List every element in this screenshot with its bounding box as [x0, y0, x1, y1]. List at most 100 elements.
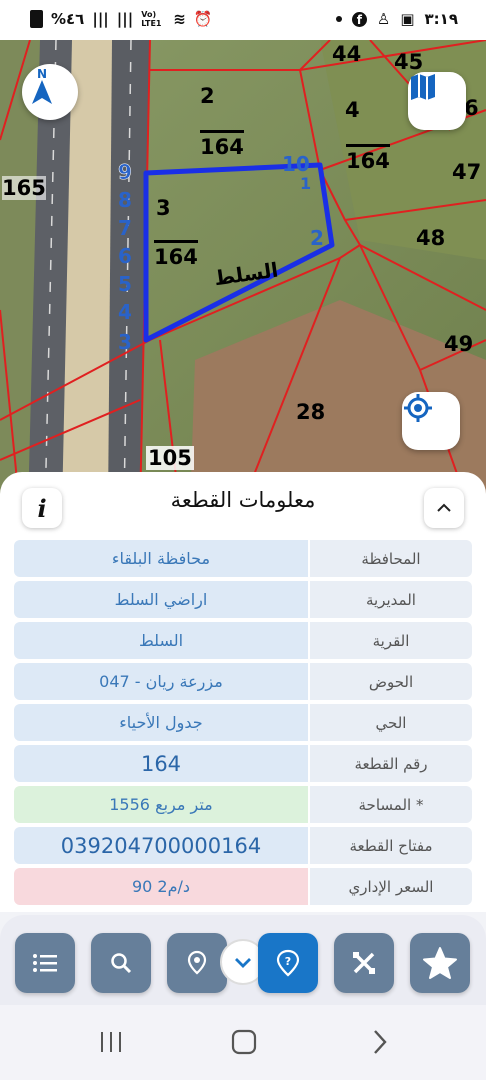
parcel-fraction: 164	[154, 240, 198, 269]
info-row: 1556 متر مربع المساحة *	[14, 786, 472, 823]
info-row: جدول الأحياء الحي	[14, 704, 472, 741]
recent-apps-icon	[101, 1032, 121, 1052]
info-row-label: المساحة *	[310, 786, 472, 823]
status-bar: %٤٦ ||| ||| Vo) LTE1 ≋ ⏰ f ♙ ▣ ٣:١٩	[0, 0, 486, 40]
vertex-label: 4	[118, 300, 132, 324]
info-table: محافظة البلقاء المحافظة اراضي السلط المديري…	[14, 540, 472, 909]
alarm-icon: ⏰	[193, 10, 213, 28]
back-button[interactable]	[370, 1027, 390, 1057]
info-row: محافظة البلقاء المحافظة	[14, 540, 472, 577]
sheet-title: معلومات القطعة	[170, 488, 316, 512]
gallery-icon: ▣	[400, 10, 415, 28]
network-label: Vo) LTE1	[141, 10, 162, 28]
info-row-value[interactable]: 164	[14, 745, 308, 782]
vertex-label: 10	[282, 152, 310, 176]
home-icon	[231, 1029, 257, 1055]
vertex-label: 7	[118, 216, 132, 240]
parcel-fraction: 164	[346, 144, 390, 173]
vertex-label: 9	[118, 160, 132, 185]
info-row-value[interactable]: محافظة البلقاء	[14, 540, 308, 577]
app-icon: ♙	[376, 10, 391, 28]
home-button[interactable]	[230, 1027, 258, 1057]
tools-button[interactable]	[334, 933, 394, 993]
info-row: مزرعة ريان - 047 الحوض	[14, 663, 472, 700]
favorites-button[interactable]	[410, 933, 470, 993]
vertex-label: 3	[118, 330, 132, 354]
info-row-value[interactable]: مزرعة ريان - 047	[14, 663, 308, 700]
info-row-value[interactable]: 039204700000164	[14, 827, 308, 864]
search-button[interactable]	[91, 933, 151, 993]
chevron-down-icon	[235, 958, 251, 968]
info-row-label: المحافظة	[310, 540, 472, 577]
clock-time: ٣:١٩	[424, 10, 458, 28]
pin-button[interactable]	[167, 933, 227, 993]
svg-text:N: N	[37, 67, 47, 81]
facebook-icon: f	[351, 11, 367, 27]
star-icon	[423, 947, 457, 979]
pin-icon	[187, 950, 207, 975]
list-icon	[33, 954, 57, 972]
help-button[interactable]: ?	[258, 933, 318, 993]
vertex-label: 1	[300, 174, 312, 193]
map-layers-icon	[411, 74, 435, 100]
battery-percent: %٤٦	[51, 10, 85, 28]
parcel-label: 6	[464, 96, 479, 120]
chevron-up-icon	[437, 503, 451, 512]
info-row-value[interactable]: جدول الأحياء	[14, 704, 308, 741]
parcel-label: 105	[146, 446, 194, 470]
parcel-label: 4	[345, 98, 360, 122]
back-icon	[374, 1030, 387, 1054]
info-row: السلط القرية	[14, 622, 472, 659]
system-nav-bar	[0, 1005, 486, 1080]
my-location-icon	[404, 394, 432, 422]
info-row: 039204700000164 مفتاح القطعة	[14, 827, 472, 864]
info-row-label: السعر الإداري	[310, 868, 472, 905]
notification-dot-icon	[335, 16, 342, 22]
info-row-label: مفتاح القطعة	[310, 827, 472, 864]
parcel-label: 47	[452, 160, 482, 184]
parcel-fraction: 164	[200, 130, 244, 159]
info-row-label: رقم القطعة	[310, 745, 472, 782]
parcel-label: 2	[200, 84, 215, 108]
status-left: %٤٦ ||| ||| Vo) LTE1 ≋ ⏰	[30, 10, 212, 28]
help-icon: ?	[276, 949, 300, 977]
bottom-toolbar: ?	[0, 915, 486, 1005]
north-arrow-icon: N	[32, 67, 52, 104]
locate-button[interactable]	[402, 392, 460, 450]
parcel-label: 28	[296, 400, 326, 424]
status-right: f ♙ ▣ ٣:١٩	[335, 10, 458, 28]
info-row: 90 د/م2 السعر الإداري	[14, 868, 472, 905]
recent-apps-button[interactable]	[98, 1027, 124, 1057]
svg-text:?: ?	[285, 955, 291, 968]
signal-icon: |||	[92, 10, 109, 28]
vertex-label: 6	[118, 244, 132, 268]
info-row-value[interactable]: اراضي السلط	[14, 581, 308, 618]
tools-icon	[353, 952, 375, 974]
parcel-info-sheet: i معلومات القطعة محافظة البلقاء المحافظة ا…	[0, 472, 486, 912]
vertex-label: 8	[118, 188, 132, 212]
parcel-label: 45	[394, 50, 424, 74]
parcel-label: 44	[332, 42, 362, 66]
sheet-header: i معلومات القطعة	[0, 472, 486, 534]
compass-button[interactable]: N	[22, 64, 78, 120]
info-row-value[interactable]: 1556 متر مربع	[14, 786, 308, 823]
info-row-label: القرية	[310, 622, 472, 659]
info-row-label: الحي	[310, 704, 472, 741]
vertex-label: 5	[118, 272, 132, 296]
info-row: 164 رقم القطعة	[14, 745, 472, 782]
map-view[interactable]: 2 4 44 45 6 165 47 48 49 28 105 3 164 16…	[0, 40, 486, 510]
battery-icon	[30, 10, 43, 28]
search-icon	[111, 953, 132, 974]
parcel-label: 48	[416, 226, 446, 250]
wifi-icon: ≋	[173, 10, 186, 28]
info-row: اراضي السلط المديرية	[14, 581, 472, 618]
parcel-label: 165	[2, 176, 46, 200]
signal-icon-2: |||	[116, 10, 134, 28]
collapse-button[interactable]	[424, 488, 464, 528]
layers-button[interactable]	[408, 72, 466, 130]
info-row-value[interactable]: السلط	[14, 622, 308, 659]
info-row-label: الحوض	[310, 663, 472, 700]
info-row-value[interactable]: 90 د/م2	[14, 868, 308, 905]
parcel-label: 3	[156, 196, 171, 220]
list-button[interactable]	[15, 933, 75, 993]
